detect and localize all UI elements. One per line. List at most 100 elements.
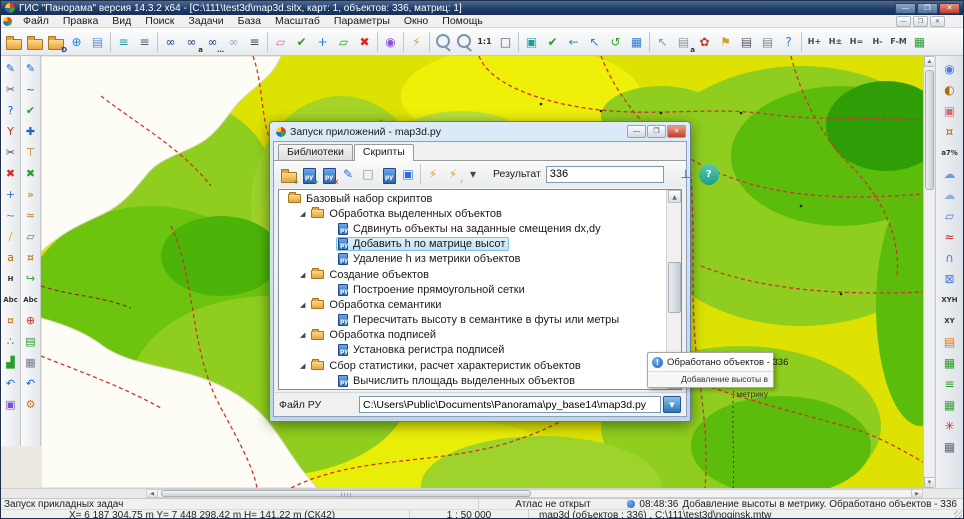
group-edit-icon[interactable]: Y xyxy=(2,121,20,142)
scroll-left-icon[interactable]: ◀ xyxy=(147,490,158,497)
cross-section-icon[interactable]: ⊠ xyxy=(938,268,962,289)
settings-gear-icon[interactable]: ⚙ xyxy=(22,394,40,415)
table-restore-icon[interactable]: ▦ xyxy=(22,352,40,373)
xy-rect-icon[interactable]: XY xyxy=(938,310,962,331)
menu-item-5[interactable]: База xyxy=(231,15,268,28)
file-dropdown-button[interactable]: ▼ xyxy=(663,396,681,413)
window-titlebar[interactable]: ГИС "Панорама" версия 14.3.2 x64 - [C:\1… xyxy=(1,1,963,15)
menu-item-1[interactable]: Правка xyxy=(56,15,105,28)
tree-folder-row[interactable]: ◢Обработка выделенных объектов xyxy=(280,206,665,221)
tree-script-row[interactable]: Добавить h по матрице высот xyxy=(280,237,665,252)
print-preview-icon[interactable]: ▤ xyxy=(757,31,778,53)
tab-libraries[interactable]: Библиотеки xyxy=(278,144,353,160)
relief-border-icon[interactable]: ☁ xyxy=(938,163,962,184)
f-m-icon[interactable]: F-M xyxy=(888,31,909,53)
new-file-icon[interactable]: □ xyxy=(358,164,378,185)
view-script-icon[interactable] xyxy=(378,164,398,185)
map-vscrollbar[interactable]: ▲ ▼ xyxy=(923,56,934,488)
h-minus-icon[interactable]: H- xyxy=(867,31,888,53)
confirm-edit-icon[interactable]: ✔ xyxy=(22,100,40,121)
help-pointer-icon[interactable]: ? xyxy=(778,31,799,53)
child-close-button[interactable]: ✕ xyxy=(930,16,945,27)
fit-window-icon[interactable]: □ xyxy=(495,31,516,53)
area-measure-icon[interactable]: ▱ xyxy=(938,205,962,226)
view-3d-icon[interactable]: ◉ xyxy=(380,31,401,53)
tree-scroll-up-icon[interactable]: ▲ xyxy=(668,190,681,203)
topology-net-icon[interactable]: ∴ xyxy=(2,331,20,352)
tree-scroll-thumb[interactable] xyxy=(668,262,681,314)
tree-folder-row[interactable]: ◢Создание объектов xyxy=(280,267,665,282)
delete-script-icon[interactable]: × xyxy=(318,164,338,185)
edit-script-icon[interactable]: ✎ xyxy=(338,164,358,185)
object-table-icon[interactable]: ▦ xyxy=(626,31,647,53)
relief-clouds-icon[interactable]: ☁ xyxy=(938,184,962,205)
flashlight-icon[interactable]: ¤ xyxy=(2,310,20,331)
open-map-icon[interactable] xyxy=(3,31,24,53)
menu-item-3[interactable]: Поиск xyxy=(138,15,181,28)
flashlight-2-icon[interactable]: ¤ xyxy=(22,247,40,268)
align-junction-icon[interactable]: ⊤ xyxy=(22,142,40,163)
find-inactive-icon[interactable]: ∞ xyxy=(223,31,244,53)
statistics-icon[interactable]: ⊥ xyxy=(676,164,696,185)
save-script-icon[interactable]: ▣ xyxy=(398,164,418,185)
map-hscrollbar[interactable]: ◀ ▶ xyxy=(146,489,923,498)
create-object-icon[interactable]: ✎ xyxy=(2,58,20,79)
file-path-input[interactable] xyxy=(359,396,661,413)
menu-item-6[interactable]: Масштаб xyxy=(268,15,327,28)
digitize-curve-icon[interactable]: ~ xyxy=(22,79,40,100)
move-point-icon[interactable]: + xyxy=(2,184,20,205)
smooth-curve-icon[interactable]: ≈ xyxy=(22,205,40,226)
dialog-close-button[interactable]: ✕ xyxy=(667,125,686,138)
pins-icon[interactable]: ⚑ xyxy=(715,31,736,53)
continue-object-icon[interactable]: ↪ xyxy=(22,268,40,289)
expander-icon[interactable]: ◢ xyxy=(300,301,305,309)
matrix-build-icon[interactable]: ▦ xyxy=(938,352,962,373)
undo-2-icon[interactable]: ↶ xyxy=(22,373,40,394)
arc-measure-icon[interactable]: ∩ xyxy=(938,247,962,268)
expander-icon[interactable]: ◢ xyxy=(300,331,305,339)
delete-object-icon[interactable]: ✖ xyxy=(2,163,20,184)
zoom-in-icon[interactable]: + xyxy=(453,31,474,53)
object-card-icon[interactable]: ▣ xyxy=(521,31,542,53)
light-source-icon[interactable]: ◐ xyxy=(938,79,962,100)
tree-script-row[interactable]: Пересчитать высоту в семантике в футы ил… xyxy=(280,313,665,328)
globe-3d-icon[interactable]: ◉ xyxy=(938,58,962,79)
menu-item-7[interactable]: Параметры xyxy=(327,15,397,28)
tree-script-row[interactable]: Удаление h из метрики объектов xyxy=(280,252,665,267)
step-back-icon[interactable]: ← xyxy=(563,31,584,53)
edit-query-icon[interactable]: ? xyxy=(2,100,20,121)
scroll-right-icon[interactable]: ▶ xyxy=(911,490,922,497)
expander-icon[interactable]: ◢ xyxy=(300,271,305,279)
open-geoportal-icon[interactable]: ▤ xyxy=(87,31,108,53)
h-equal-icon[interactable]: H= xyxy=(846,31,867,53)
tree-folder-row[interactable]: Базовый набор скриптов xyxy=(280,191,665,206)
run-all-scripts-icon[interactable]: ⚡⚡ xyxy=(443,164,463,185)
vscroll-thumb[interactable] xyxy=(925,70,934,190)
map-layers-icon[interactable]: ≡ xyxy=(113,31,134,53)
new-script-icon[interactable]: + xyxy=(298,164,318,185)
child-restore-button[interactable]: ❐ xyxy=(913,16,928,27)
statistics-green-icon[interactable]: ▟ xyxy=(2,352,20,373)
text-size-icon[interactable]: a7% xyxy=(938,142,962,163)
close-button[interactable]: ✕ xyxy=(939,3,960,14)
pointer-icon[interactable]: ↖ xyxy=(584,31,605,53)
search-edit-icon[interactable]: ⊕ xyxy=(22,310,40,331)
tree-folder-row[interactable]: ◢Сбор статистики, расчет характеристик о… xyxy=(280,358,665,373)
image-gallery-icon[interactable]: ▣ xyxy=(2,394,20,415)
expander-icon[interactable]: ◢ xyxy=(300,210,305,218)
open-recent-icon[interactable] xyxy=(24,31,45,53)
cut-object-icon[interactable]: ✂ xyxy=(2,79,20,100)
undo-icon[interactable]: ↶ xyxy=(2,373,20,394)
abc-label-2-icon[interactable]: Abc xyxy=(22,289,40,310)
status-scale[interactable]: 1 : 50 000 xyxy=(409,510,529,519)
zoom-out-icon[interactable]: − xyxy=(432,31,453,53)
display-composition-icon[interactable]: ≡ xyxy=(134,31,155,53)
tree-script-row[interactable]: Установка регистра подписей xyxy=(280,343,665,358)
menu-item-9[interactable]: Помощь xyxy=(435,15,490,28)
tab-scripts[interactable]: Скрипты xyxy=(354,144,414,161)
find-by-name-icon[interactable]: ∞a xyxy=(181,31,202,53)
copy-delete-icon[interactable]: ▤ xyxy=(22,331,40,352)
rotate-area-icon[interactable]: ▱ xyxy=(22,226,40,247)
layer-stack-icon[interactable]: ≡ xyxy=(938,373,962,394)
cut-fragment-icon[interactable]: ✂ xyxy=(2,142,20,163)
